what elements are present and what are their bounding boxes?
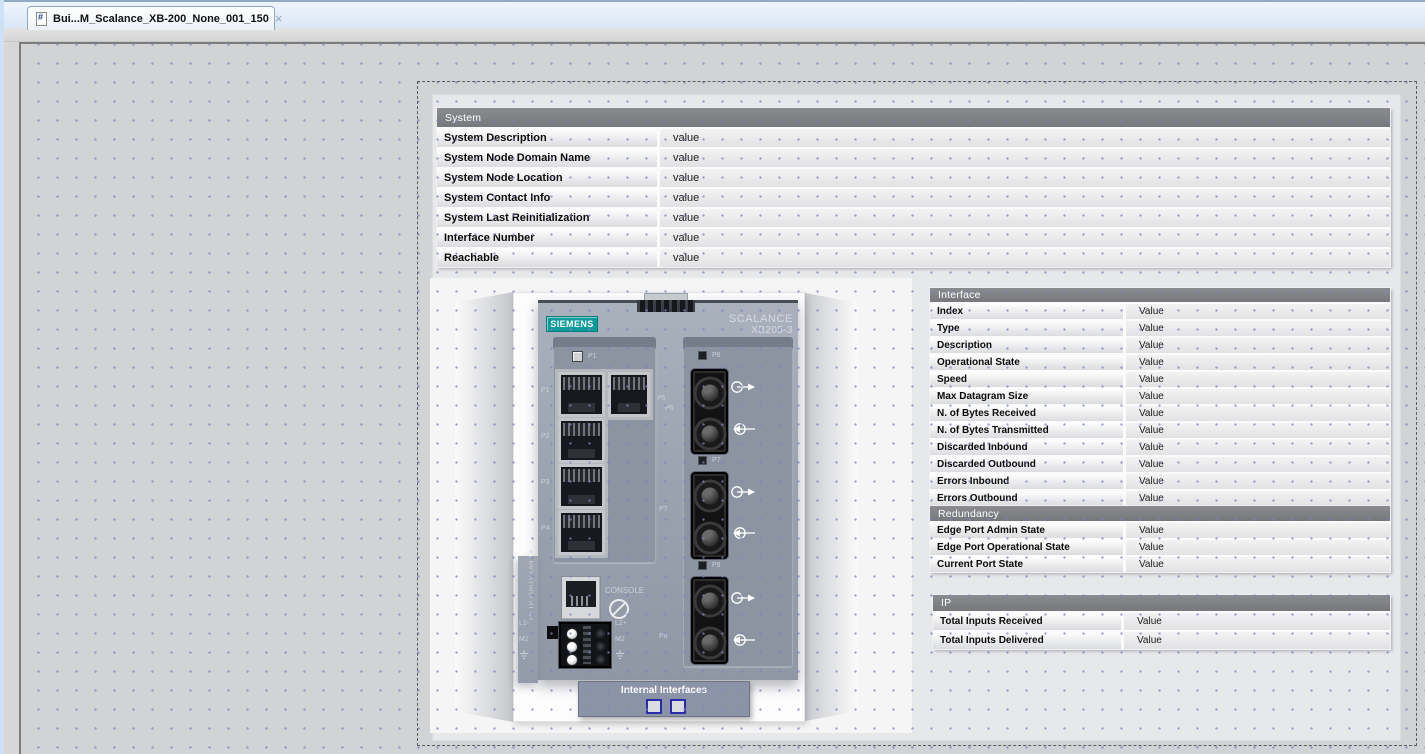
editor-canvas[interactable]: System System DescriptionvalueSystem Nod…: [19, 42, 1425, 754]
window-left-edge: [0, 0, 4, 754]
faceplate-document-icon: #: [36, 12, 47, 26]
tab-bar: # Bui...M_Scalance_XB-200_None_001_150 ×: [0, 0, 1425, 28]
tab-title: Bui...M_Scalance_XB-200_None_001_150: [53, 13, 269, 25]
tab-close-icon[interactable]: ×: [275, 12, 283, 25]
faceplate-selection-border[interactable]: [417, 81, 1417, 746]
toolbar-strip: [0, 28, 1425, 42]
canvas-bevel-left: [19, 42, 21, 754]
tab-scalance-faceplate[interactable]: # Bui...M_Scalance_XB-200_None_001_150 ×: [27, 6, 275, 30]
canvas-bevel-top: [19, 42, 1425, 44]
